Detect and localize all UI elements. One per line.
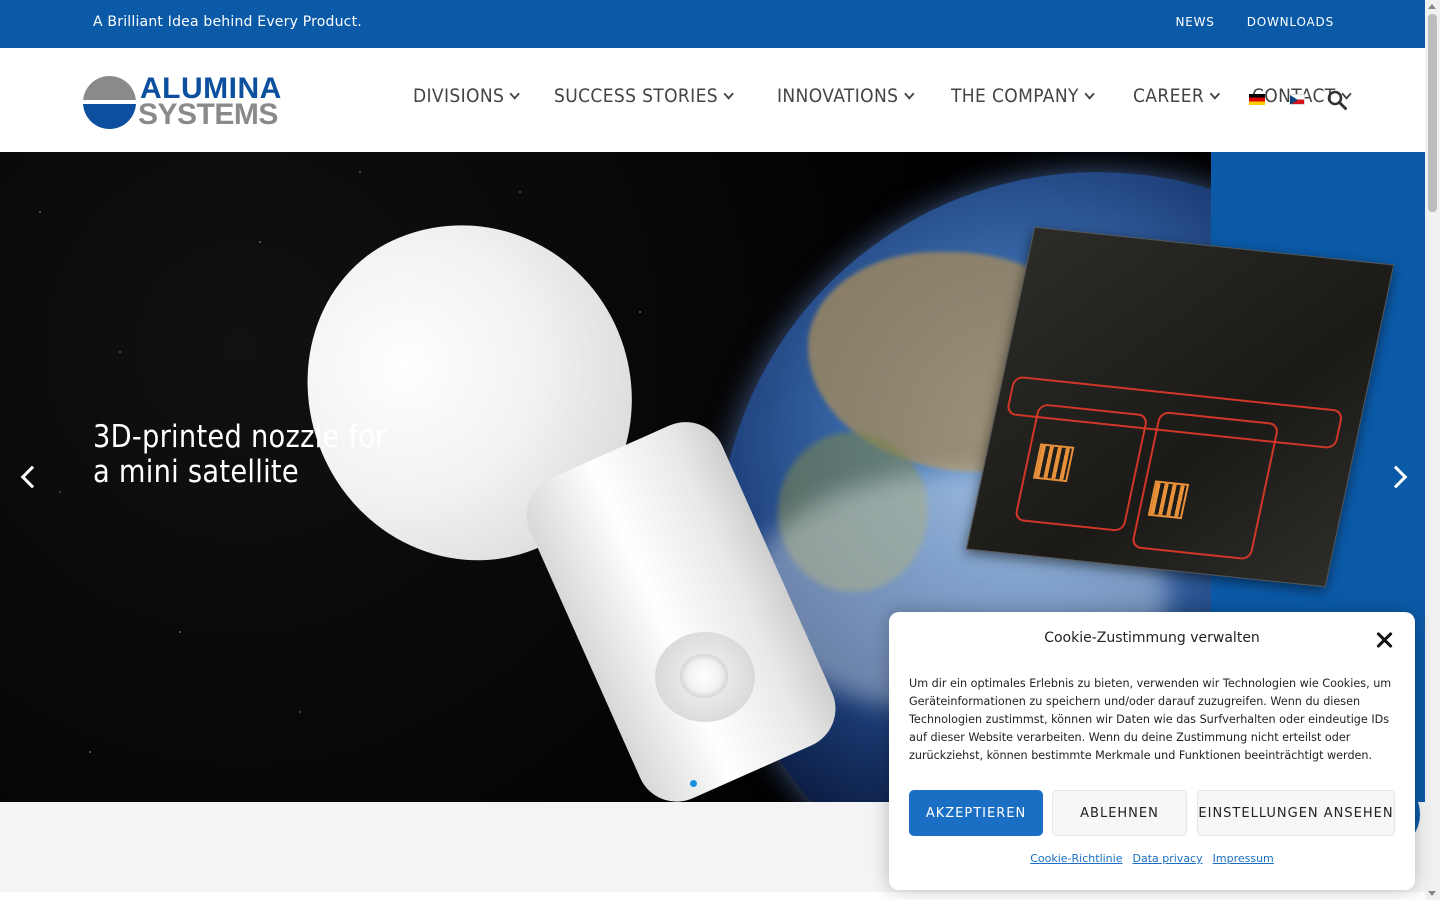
data-privacy-link[interactable]: Data privacy [1132, 852, 1202, 865]
close-icon[interactable] [1374, 630, 1394, 650]
top-bar: A Brilliant Idea behind Every Product. N… [0, 0, 1425, 48]
slide-indicator-dot[interactable] [690, 780, 697, 787]
nav-label: DIVISIONS [413, 85, 505, 107]
nav-item-divisions[interactable]: DIVISIONS [413, 85, 521, 107]
scroll-up-icon[interactable] [1428, 4, 1436, 9]
scroll-down-icon[interactable] [1428, 891, 1436, 896]
logo[interactable]: ALUMINA SYSTEMS [83, 74, 288, 132]
impressum-link[interactable]: Impressum [1213, 852, 1274, 865]
site-header: ALUMINA SYSTEMS DIVISIONS SUCCESS STORIE… [0, 48, 1425, 152]
cookie-links: Cookie-Richtlinie Data privacy Impressum [889, 852, 1415, 865]
cookie-consent-dialog: Cookie-Zustimmung verwalten Um dir ein o… [889, 612, 1415, 890]
downloads-link[interactable]: DOWNLOADS [1247, 15, 1334, 29]
nozzle-tip-image [655, 632, 755, 722]
nav-label: CAREER [1133, 85, 1205, 107]
hero-title: 3D-printed nozzle for a mini satellite [93, 420, 387, 490]
page-scrollbar[interactable] [1425, 0, 1440, 900]
top-links: NEWS DOWNLOADS [1175, 15, 1334, 29]
chevron-down-icon [903, 87, 914, 100]
de-flag-icon[interactable] [1249, 94, 1265, 105]
news-link[interactable]: NEWS [1175, 15, 1214, 29]
logo-text-systems: SYSTEMS [138, 98, 278, 131]
logo-mark-icon [83, 76, 136, 129]
cookie-policy-link[interactable]: Cookie-Richtlinie [1030, 852, 1122, 865]
circuit-board-image [965, 226, 1395, 588]
nav-item-innovations[interactable]: INNOVATIONS [776, 85, 914, 107]
search-icon[interactable] [1327, 90, 1347, 110]
hero-title-line1: 3D-printed nozzle for [93, 419, 387, 455]
tagline: A Brilliant Idea behind Every Product. [93, 14, 362, 30]
nav-label: THE COMPANY [951, 85, 1080, 107]
deny-button[interactable]: ABLEHNEN [1052, 790, 1187, 836]
chevron-down-icon [1210, 87, 1221, 100]
content-strip [0, 892, 1425, 900]
cookie-dialog-text: Um dir ein optimales Erlebnis zu bieten,… [909, 677, 1392, 762]
view-settings-button[interactable]: EINSTELLUNGEN ANSEHEN [1197, 790, 1395, 836]
prev-slide-arrow-icon[interactable] [18, 465, 38, 489]
chevron-down-icon [509, 87, 521, 100]
main-nav: DIVISIONS SUCCESS STORIES INNOVATIONS TH… [413, 85, 1385, 107]
chevron-down-icon [723, 87, 735, 100]
chevron-down-icon [1084, 87, 1096, 100]
next-slide-arrow-icon[interactable] [1388, 465, 1408, 489]
accept-button[interactable]: AKZEPTIEREN [909, 790, 1043, 836]
hero-title-line2: a mini satellite [93, 454, 299, 490]
cookie-dialog-title: Cookie-Zustimmung verwalten [1044, 630, 1260, 646]
nav-label: SUCCESS STORIES [554, 85, 719, 107]
nav-item-success-stories[interactable]: SUCCESS STORIES [554, 85, 735, 107]
scrollbar-thumb[interactable] [1428, 14, 1437, 212]
nav-item-the-company[interactable]: THE COMPANY [951, 85, 1096, 107]
nav-label: INNOVATIONS [776, 85, 898, 107]
nav-item-career[interactable]: CAREER [1133, 85, 1221, 107]
cz-flag-icon[interactable] [1289, 94, 1305, 105]
